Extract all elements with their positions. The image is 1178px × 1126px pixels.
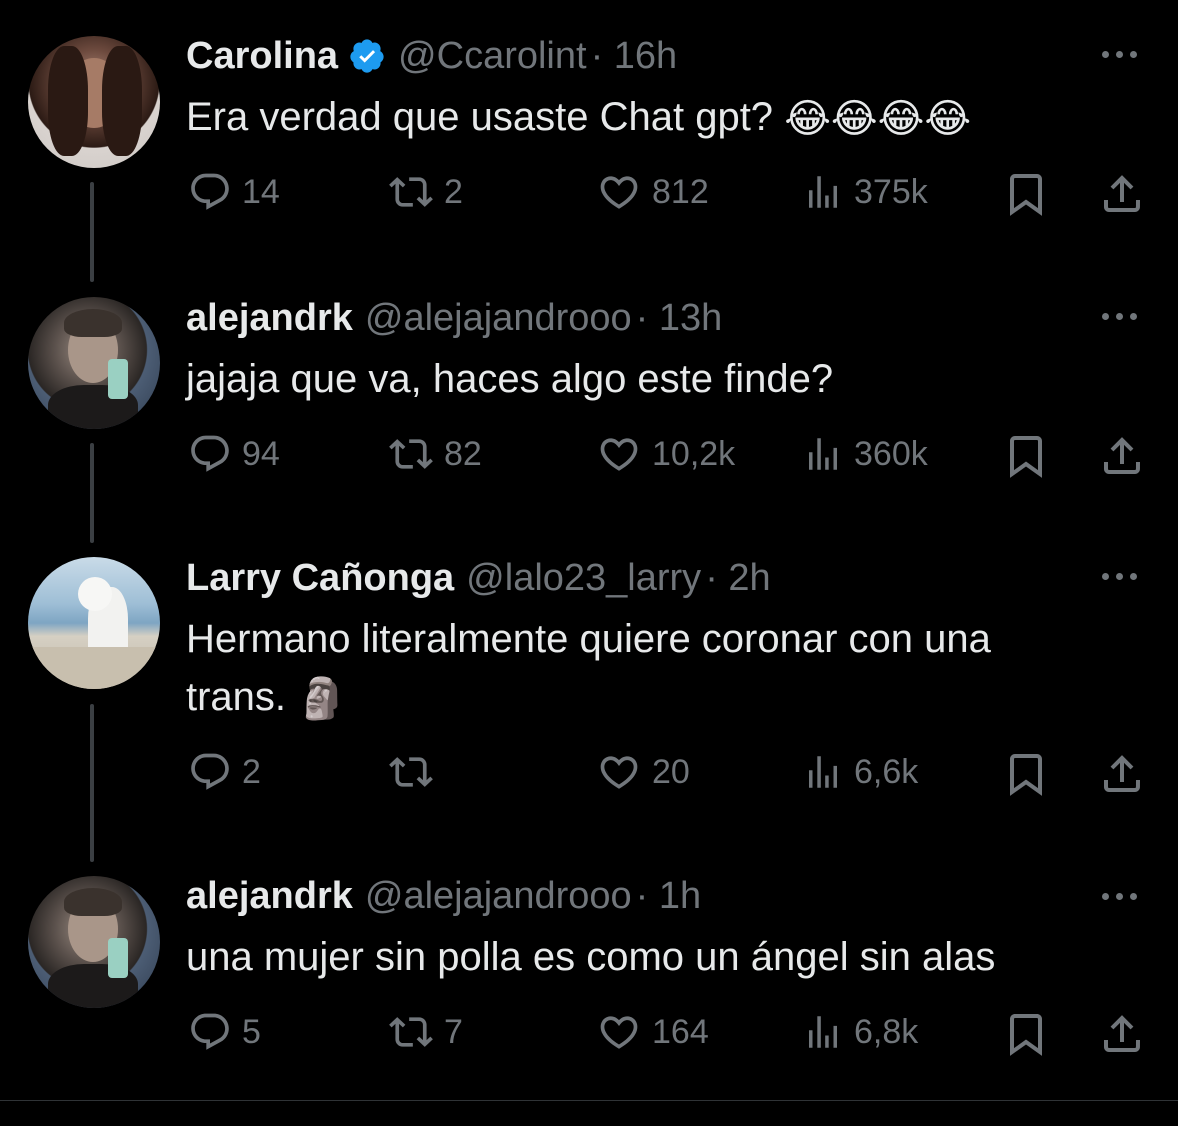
views-button[interactable]: 6,6k (802, 750, 918, 794)
verified-badge-icon (350, 39, 384, 73)
share-icon (1104, 755, 1140, 792)
more-icon[interactable] (1102, 306, 1146, 326)
heart-icon (600, 438, 638, 471)
views-icon (809, 438, 837, 470)
retweet-icon (389, 439, 433, 469)
handle[interactable]: @Ccarolint (398, 34, 587, 78)
timestamp[interactable]: · 16h (591, 34, 678, 78)
avatar[interactable] (28, 297, 160, 429)
views-icon (809, 756, 837, 788)
retweet-button[interactable]: 7 (388, 1010, 463, 1054)
retweet-count: 82 (444, 434, 482, 473)
share-icon (1104, 1015, 1140, 1052)
bookmark-button[interactable] (1002, 1010, 1050, 1058)
tweet-text: jajaja que va, haces algo este finde? (186, 357, 834, 401)
share-button[interactable] (1098, 750, 1146, 798)
display-name[interactable]: alejandrk (186, 296, 353, 340)
retweet-count: 7 (444, 1012, 463, 1051)
more-icon[interactable] (1102, 44, 1146, 64)
display-name[interactable]: Larry Cañonga (186, 556, 454, 600)
reply-count: 94 (242, 434, 280, 473)
bookmark-icon (1010, 174, 1042, 216)
like-count: 10,2k (652, 434, 736, 473)
tweet-text: una mujer sin polla es como un ángel sin… (186, 935, 996, 979)
reply-button[interactable]: 5 (188, 1010, 261, 1054)
heart-icon (600, 176, 638, 209)
like-count: 20 (652, 752, 690, 791)
reply-icon (191, 173, 229, 210)
share-icon (1104, 437, 1140, 474)
retweet-icon (389, 177, 433, 207)
views-icon (809, 1016, 837, 1048)
like-count: 164 (652, 1012, 709, 1051)
views-button[interactable]: 6,8k (802, 1010, 918, 1054)
tweet-text: Era verdad que usaste Chat gpt? 😂😂😂😂 (186, 88, 1146, 148)
like-button[interactable]: 10,2k (596, 432, 735, 476)
action-bar: 14 2 812 375k (0, 170, 1178, 220)
like-button[interactable]: 812 (596, 170, 709, 214)
views-icon (809, 176, 837, 208)
avatar[interactable] (28, 876, 160, 1008)
reply-count: 5 (242, 1012, 261, 1051)
retweet-icon (389, 1017, 433, 1047)
like-button[interactable]: 164 (596, 1010, 709, 1054)
views-count: 375k (854, 172, 928, 211)
timestamp[interactable]: · 13h (636, 296, 723, 340)
avatar[interactable] (28, 557, 160, 689)
reply-count: 2 (242, 752, 261, 791)
reply-icon (191, 1013, 229, 1050)
timestamp[interactable]: · 2h (705, 556, 770, 600)
retweet-button[interactable]: 2 (388, 170, 463, 214)
display-name[interactable]: alejandrk (186, 874, 353, 918)
action-bar: 94 82 10,2k 360k (0, 432, 1178, 482)
share-button[interactable] (1098, 432, 1146, 480)
tweet-header: Larry Cañonga @lalo23_larry · 2h (186, 556, 771, 600)
views-count: 6,6k (854, 752, 919, 791)
display-name[interactable]: Carolina (186, 34, 338, 78)
reply-button[interactable]: 94 (188, 432, 280, 476)
heart-icon (600, 1016, 638, 1049)
like-count: 812 (652, 172, 709, 211)
tweet-text: Hermano literalmente quiere coronar con … (186, 610, 1146, 728)
action-bar: 5 7 164 6,8k (0, 1010, 1178, 1060)
timestamp[interactable]: · 1h (636, 874, 701, 918)
reply-count: 14 (242, 172, 280, 211)
handle[interactable]: @lalo23_larry (466, 556, 701, 600)
avatar[interactable] (28, 36, 160, 168)
laughing-emoji: 😂😂😂😂 (784, 97, 972, 142)
bookmark-icon (1010, 754, 1042, 796)
views-count: 360k (854, 434, 928, 473)
bookmark-button[interactable] (1002, 170, 1050, 218)
tweet-header: Carolina @Ccarolint · 16h (186, 34, 677, 78)
handle[interactable]: @alejajandrooo (365, 874, 632, 918)
retweet-icon (389, 757, 433, 787)
views-button[interactable]: 360k (802, 432, 928, 476)
action-bar: 2 20 6,6k (0, 750, 1178, 800)
bookmark-icon (1010, 1014, 1042, 1056)
reply-icon (191, 435, 229, 472)
bookmark-button[interactable] (1002, 750, 1050, 798)
views-button[interactable]: 375k (802, 170, 928, 214)
reply-icon (191, 753, 229, 790)
views-count: 6,8k (854, 1012, 919, 1051)
share-button[interactable] (1098, 170, 1146, 218)
like-button[interactable]: 20 (596, 750, 690, 794)
share-button[interactable] (1098, 1010, 1146, 1058)
bookmark-icon (1010, 436, 1042, 478)
reply-button[interactable]: 2 (188, 750, 261, 794)
more-icon[interactable] (1102, 886, 1146, 906)
more-icon[interactable] (1102, 566, 1146, 586)
retweet-button[interactable]: 82 (388, 432, 482, 476)
tweet-header: alejandrk @alejajandrooo · 13h (186, 296, 722, 340)
handle[interactable]: @alejajandrooo (365, 296, 632, 340)
tweet-header: alejandrk @alejajandrooo · 1h (186, 874, 701, 918)
retweet-count: 2 (444, 172, 463, 211)
share-icon (1104, 175, 1140, 212)
heart-icon (600, 756, 638, 789)
divider (0, 1100, 1178, 1101)
retweet-button[interactable] (388, 750, 444, 794)
reply-button[interactable]: 14 (188, 170, 280, 214)
bookmark-button[interactable] (1002, 432, 1050, 480)
moai-emoji: 🗿 (297, 677, 347, 722)
